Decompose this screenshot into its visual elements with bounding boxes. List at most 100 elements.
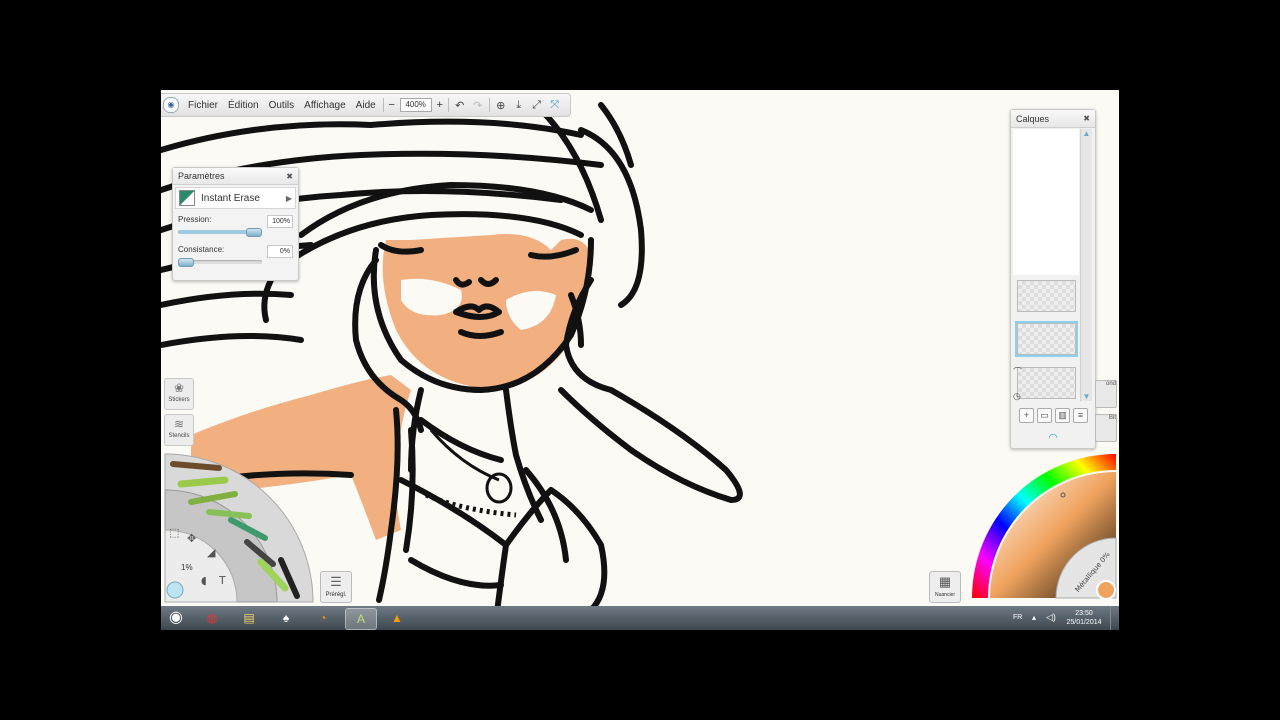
zoom-in-button[interactable]: + xyxy=(434,99,446,111)
color-wheel[interactable]: Métallique 0% xyxy=(966,450,1119,600)
consistance-slider[interactable] xyxy=(178,258,262,267)
layer-thumbnail-active[interactable] xyxy=(1015,321,1078,357)
clock-time: 23:50 xyxy=(1075,610,1093,617)
vlc-icon[interactable]: ▲ xyxy=(382,608,412,628)
fond-tab[interactable]: ond xyxy=(1095,380,1117,408)
volume-icon[interactable]: ◁) xyxy=(1046,612,1056,623)
necklace xyxy=(425,429,517,518)
taskbar: ◉ ◍ ▤ ♠ ◔ A ▲ FR ▴ ◁) 23:50 25/01/2014 xyxy=(161,606,1119,630)
layer-clock-icon[interactable]: ◷ xyxy=(1013,391,1021,402)
share-icon[interactable]: ⤢ xyxy=(528,99,546,112)
swatch-indicator[interactable] xyxy=(166,581,184,599)
consistance-label: Consistance: xyxy=(178,245,225,254)
bit-tab-label: Bit xyxy=(1108,415,1116,421)
layers-header[interactable]: Calques ✖ xyxy=(1011,110,1095,128)
layer-thumbnail[interactable] xyxy=(1017,280,1076,312)
add-layer-icon[interactable]: + xyxy=(1019,408,1034,423)
chevron-right-icon[interactable]: ▶ xyxy=(286,194,292,203)
trash-icon[interactable]: ▥ xyxy=(1055,408,1070,423)
pression-knob[interactable] xyxy=(246,228,262,237)
preset-name: Instant Erase xyxy=(201,192,260,204)
current-color-swatch[interactable] xyxy=(1096,580,1116,600)
close-icon[interactable]: ✖ xyxy=(286,172,293,181)
menu-divider xyxy=(382,98,384,112)
marker-icon xyxy=(177,476,229,488)
layer-list-empty-area xyxy=(1013,129,1079,275)
brush-size-readout: 1% xyxy=(181,563,193,572)
swatches-button[interactable]: ▦ Nuancier xyxy=(929,571,961,603)
layer-visibility-icon[interactable]: ⌒ xyxy=(1013,365,1022,378)
pression-value[interactable]: 100% xyxy=(267,215,293,228)
scroll-up-icon[interactable]: ▲ xyxy=(1081,129,1092,138)
fill-icon: ◢ xyxy=(207,546,216,559)
presets-icon: ☰ xyxy=(330,574,342,589)
menu-divider xyxy=(488,98,490,112)
folder-icon[interactable]: ▭ xyxy=(1037,408,1052,423)
explorer-icon[interactable]: ▤ xyxy=(234,608,264,628)
start-button-icon[interactable]: ◉ xyxy=(161,608,191,628)
menu-divider xyxy=(447,98,449,112)
app-logo-icon[interactable]: ◉ xyxy=(163,97,179,113)
text-tool-icon: T xyxy=(218,574,226,587)
import-icon[interactable]: ⤓ xyxy=(510,99,528,112)
language-indicator[interactable]: FR xyxy=(1013,614,1022,621)
layer-menu-icon[interactable]: ≡ xyxy=(1073,408,1088,423)
application-window: ◉ Fichier Édition Outils Affichage Aide … xyxy=(161,90,1119,630)
zoom-field[interactable]: 400% xyxy=(399,98,432,112)
redo-icon[interactable]: ↷ xyxy=(469,99,487,112)
move-icon: ✥ xyxy=(187,532,196,545)
transform-icon[interactable]: ⊕ xyxy=(492,99,510,112)
close-icon[interactable]: ✖ xyxy=(1083,114,1090,123)
select-icon: ⬚ xyxy=(169,526,179,539)
bit-tab[interactable]: Bit xyxy=(1095,414,1117,442)
tool-wheel[interactable]: ⬚ ✥ ◢ T ◖ 1% xyxy=(161,450,321,606)
chrome-icon[interactable]: ◍ xyxy=(197,608,227,628)
stickers-label: Stickers xyxy=(168,397,190,403)
pression-label: Pression: xyxy=(178,215,212,224)
preset-swatch-icon xyxy=(179,190,195,206)
clock[interactable]: 23:50 25/01/2014 xyxy=(1059,609,1109,627)
stencils-label: Stencils xyxy=(168,433,190,439)
presets-button[interactable]: ☰ Prérégl. xyxy=(320,571,352,603)
show-desktop-button[interactable] xyxy=(1110,606,1119,630)
firefox-icon[interactable]: ◔ xyxy=(308,608,338,628)
menu-edition[interactable]: Édition xyxy=(223,100,264,111)
parameters-title: Paramètres xyxy=(178,171,225,181)
pression-row: Pression: 100% xyxy=(173,211,298,241)
layers-panel: Calques ✖ ▲ ▼ ⌒ ◷ + ▭ ▥ ≡ ◠ xyxy=(1010,109,1096,449)
menu-fichier[interactable]: Fichier xyxy=(183,100,223,111)
consistance-knob[interactable] xyxy=(178,258,194,267)
cards-icon[interactable]: ♠ xyxy=(271,608,301,628)
menu-affichage[interactable]: Affichage xyxy=(299,100,351,111)
scroll-down-icon[interactable]: ▼ xyxy=(1081,392,1092,401)
layers-title: Calques xyxy=(1016,113,1050,124)
pression-slider[interactable] xyxy=(178,228,262,237)
stencils-icon: ≋ xyxy=(173,417,185,431)
crayon-icon xyxy=(206,509,252,519)
parameters-panel: Paramètres ✖ Instant Erase ▶ Pression: 1… xyxy=(172,167,299,281)
collapse-icon[interactable]: ◠ xyxy=(1011,431,1095,444)
parameters-header[interactable]: Paramètres ✖ xyxy=(173,168,298,185)
menu-outils[interactable]: Outils xyxy=(264,100,300,111)
clock-date: 25/01/2014 xyxy=(1066,619,1102,626)
undo-icon[interactable]: ↶ xyxy=(451,99,469,112)
consistance-value[interactable]: 0% xyxy=(267,245,293,258)
fond-tab-label: ond xyxy=(1105,381,1116,387)
layers-scrollbar[interactable]: ▲ ▼ xyxy=(1080,129,1092,401)
preset-selector[interactable]: Instant Erase ▶ xyxy=(175,187,296,209)
presets-label: Prérégl. xyxy=(325,592,347,598)
fullscreen-icon[interactable]: ⤧ xyxy=(546,99,564,112)
paint-brush-icon xyxy=(170,461,222,471)
zoom-out-button[interactable]: − xyxy=(386,99,398,111)
menu-aide[interactable]: Aide xyxy=(351,100,381,111)
menu-bar: ◉ Fichier Édition Outils Affichage Aide … xyxy=(161,93,571,117)
layer-thumbnail[interactable] xyxy=(1017,367,1076,399)
layer-actions: + ▭ ▥ ≡ xyxy=(1013,408,1097,424)
notification-arrow-icon[interactable]: ▴ xyxy=(1032,613,1036,622)
stencils-button[interactable]: ≋ Stencils xyxy=(164,414,194,446)
artrage-icon[interactable]: A xyxy=(345,608,377,630)
consistance-row: Consistance: 0% xyxy=(173,241,298,271)
stickers-button[interactable]: ❀ Stickers xyxy=(164,378,194,410)
sample-icon: ◖ xyxy=(201,574,207,587)
swatches-icon: ▦ xyxy=(938,574,952,589)
